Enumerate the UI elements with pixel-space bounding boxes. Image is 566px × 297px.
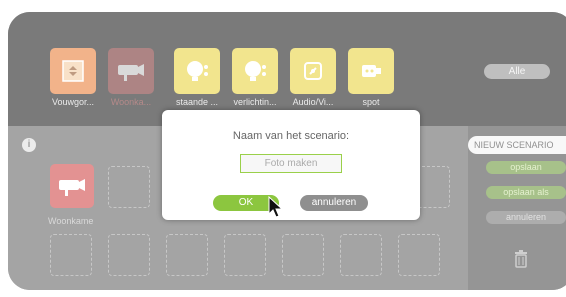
scenario-name-dialog: Naam van het scenario: OK annuleren	[162, 110, 420, 220]
scenario-name-input[interactable]	[240, 154, 342, 173]
dialog-title: Naam van het scenario:	[232, 130, 350, 142]
mouse-cursor-icon	[268, 195, 286, 223]
cancel-button[interactable]: annuleren	[300, 195, 368, 211]
